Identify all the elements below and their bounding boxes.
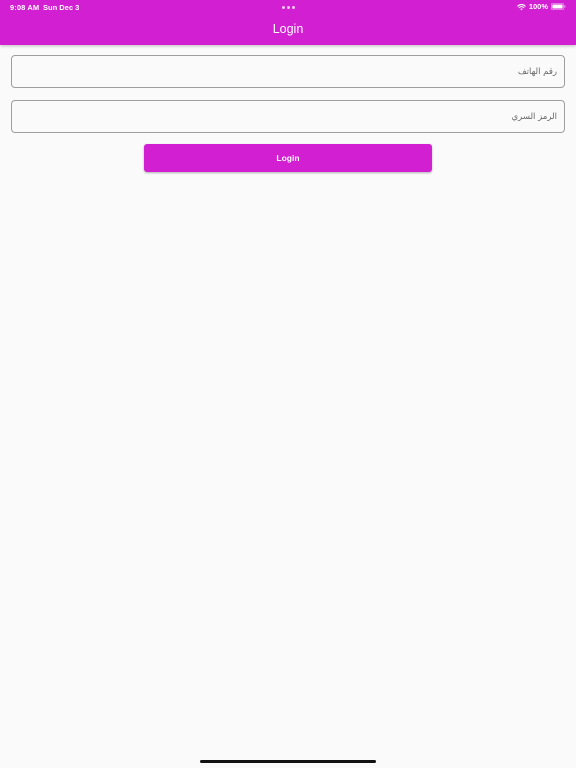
page-title: Login — [272, 22, 304, 36]
multitasking-dots[interactable] — [282, 6, 295, 9]
phone-field[interactable] — [11, 55, 565, 88]
wifi-icon — [517, 3, 526, 10]
pin-field[interactable] — [11, 100, 565, 133]
status-date: Sun Dec 3 — [43, 3, 80, 12]
phone-input[interactable] — [12, 56, 564, 87]
status-indicators: 100% — [517, 2, 566, 11]
battery-percentage: 100% — [528, 2, 548, 11]
status-time: 9:08 AM — [10, 3, 40, 12]
app-bar: 9:08 AM Sun Dec 3 100% Login — [0, 0, 576, 45]
home-indicator[interactable] — [200, 760, 376, 763]
login-button[interactable]: Login — [144, 144, 432, 172]
pin-input[interactable] — [12, 101, 564, 132]
battery-icon — [551, 3, 566, 10]
